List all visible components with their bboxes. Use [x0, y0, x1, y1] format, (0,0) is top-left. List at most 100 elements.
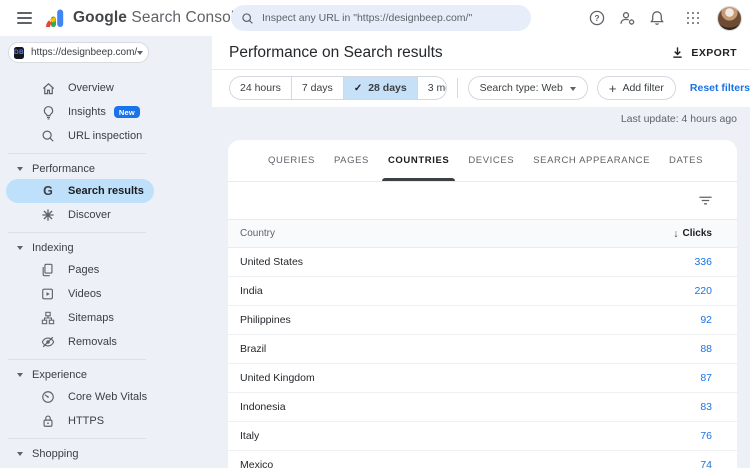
clicks-cell[interactable]: 74: [700, 459, 712, 468]
segment-label: 28 days: [368, 82, 407, 94]
top-app-bar: Google Search Console ?: [0, 0, 750, 36]
divider: [8, 359, 146, 360]
tab-search-appearance[interactable]: SEARCH APPEARANCE: [533, 140, 650, 181]
country-cell: United Kingdom: [240, 372, 315, 384]
divider: [8, 438, 146, 439]
main-header: Performance on Search results EXPORT 24 …: [212, 36, 750, 107]
clicks-cell[interactable]: 92: [700, 314, 712, 326]
clicks-column-header[interactable]: ↓ Clicks: [673, 228, 712, 240]
property-selector[interactable]: DB https://designbeep.com/: [8, 42, 149, 63]
sidebar-item-removals[interactable]: Removals: [6, 330, 154, 354]
notifications-bell-icon[interactable]: [642, 3, 672, 33]
export-button[interactable]: EXPORT: [671, 46, 737, 59]
google-apps-grid-icon[interactable]: [678, 3, 708, 33]
sidebar: DB https://designbeep.com/ Overview Insi…: [0, 36, 210, 468]
sidebar-item-https[interactable]: HTTPS: [6, 409, 154, 433]
search-type-filter[interactable]: Search type: Web: [467, 76, 588, 100]
country-cell: Italy: [240, 430, 260, 442]
url-inspect-input[interactable]: [262, 12, 521, 24]
table-row[interactable]: Brazil 88: [228, 335, 737, 364]
clicks-cell[interactable]: 76: [700, 430, 712, 442]
table-row[interactable]: Philippines 92: [228, 306, 737, 335]
date-range-3-months[interactable]: 3 months: [416, 77, 446, 99]
table-row[interactable]: Indonesia 83: [228, 393, 737, 422]
divider: [8, 232, 146, 233]
table-row[interactable]: Mexico 74: [228, 451, 737, 468]
divider: [456, 78, 458, 98]
home-icon: [40, 81, 56, 96]
country-cell: Indonesia: [240, 401, 286, 413]
table-row[interactable]: Italy 76: [228, 422, 737, 451]
topbar-actions: ?: [582, 0, 744, 36]
app-title: Google Search Console: [73, 9, 244, 26]
reset-filters-link[interactable]: Reset filters: [690, 82, 750, 94]
lock-icon: [40, 414, 56, 428]
sidebar-item-search-results[interactable]: G Search results: [6, 179, 154, 203]
segment-label: 7 days: [301, 82, 333, 94]
tab-devices[interactable]: DEVICES: [468, 140, 514, 181]
section-performance[interactable]: Performance: [0, 159, 210, 179]
sidebar-item-overview[interactable]: Overview: [6, 76, 154, 100]
date-range-7-days[interactable]: 7 days: [290, 77, 343, 99]
sitemap-icon: [40, 311, 56, 325]
country-column-header[interactable]: Country: [240, 228, 275, 239]
help-icon[interactable]: ?: [582, 3, 612, 33]
google-g-icon: G: [43, 184, 53, 198]
table-row[interactable]: India 220: [228, 277, 737, 306]
app-logo[interactable]: Google Search Console: [45, 8, 243, 28]
pages-copy-icon: [40, 263, 56, 277]
tab-pages[interactable]: PAGES: [334, 140, 369, 181]
section-label: Indexing: [32, 242, 74, 254]
add-filter-button[interactable]: + Add filter: [596, 76, 676, 100]
clicks-cell[interactable]: 220: [694, 285, 712, 297]
section-experience[interactable]: Experience: [0, 365, 210, 385]
menu-icon[interactable]: [9, 3, 39, 33]
title-row: Performance on Search results EXPORT: [212, 36, 750, 70]
tab-queries[interactable]: QUERIES: [268, 140, 315, 181]
sidebar-item-label: Core Web Vitals: [68, 391, 148, 403]
sidebar-item-insights[interactable]: Insights New: [6, 100, 154, 124]
date-range-segmented-control: 24 hours 7 days ✓28 days 3 months More: [229, 76, 447, 100]
sidebar-item-label: Sitemaps: [68, 312, 114, 324]
clicks-cell[interactable]: 87: [700, 372, 712, 384]
section-label: Experience: [32, 369, 88, 381]
chevron-down-icon: [569, 86, 576, 94]
video-icon: [40, 287, 56, 301]
sort-descending-icon: ↓: [673, 227, 679, 240]
sidebar-item-sitemaps[interactable]: Sitemaps: [6, 306, 154, 330]
account-settings-icon[interactable]: [612, 3, 642, 33]
sidebar-item-label: Removals: [68, 336, 117, 348]
speedometer-icon: [40, 390, 56, 404]
clicks-header-label: Clicks: [682, 228, 712, 239]
tab-dates[interactable]: DATES: [669, 140, 703, 181]
sidebar-item-videos[interactable]: Videos: [6, 282, 154, 306]
country-cell: India: [240, 285, 263, 297]
date-range-28-days[interactable]: ✓ 28 days: [342, 77, 417, 99]
user-avatar[interactable]: [717, 5, 742, 31]
sidebar-item-label: Overview: [68, 82, 114, 94]
clicks-cell[interactable]: 83: [700, 401, 712, 413]
country-cell: Brazil: [240, 343, 267, 355]
clicks-cell[interactable]: 88: [700, 343, 712, 355]
table-filter-icon[interactable]: [698, 193, 713, 208]
chevron-down-icon: [17, 452, 23, 459]
sidebar-item-label: URL inspection: [68, 130, 143, 142]
sidebar-item-core-web-vitals[interactable]: Core Web Vitals: [6, 385, 154, 409]
table-row[interactable]: United Kingdom 87: [228, 364, 737, 393]
section-indexing[interactable]: Indexing: [0, 238, 210, 258]
url-inspect-searchbox[interactable]: [231, 5, 531, 31]
section-label: Shopping: [32, 448, 79, 460]
section-shopping[interactable]: Shopping: [0, 444, 210, 464]
table-row[interactable]: United States 336: [228, 248, 737, 277]
sidebar-item-discover[interactable]: Discover: [6, 203, 154, 227]
date-range-24-hours[interactable]: 24 hours: [230, 77, 291, 99]
page-title: Performance on Search results: [229, 43, 443, 61]
sidebar-item-url-inspection[interactable]: URL inspection: [6, 124, 154, 148]
country-cell: Mexico: [240, 459, 274, 468]
new-badge: New: [113, 106, 140, 118]
sidebar-item-pages[interactable]: Pages: [6, 258, 154, 282]
clicks-cell[interactable]: 336: [694, 256, 712, 268]
segment-label: 3 months: [427, 82, 446, 94]
tab-countries[interactable]: COUNTRIES: [381, 140, 456, 181]
sidebar-item-label: Insights: [68, 106, 106, 118]
